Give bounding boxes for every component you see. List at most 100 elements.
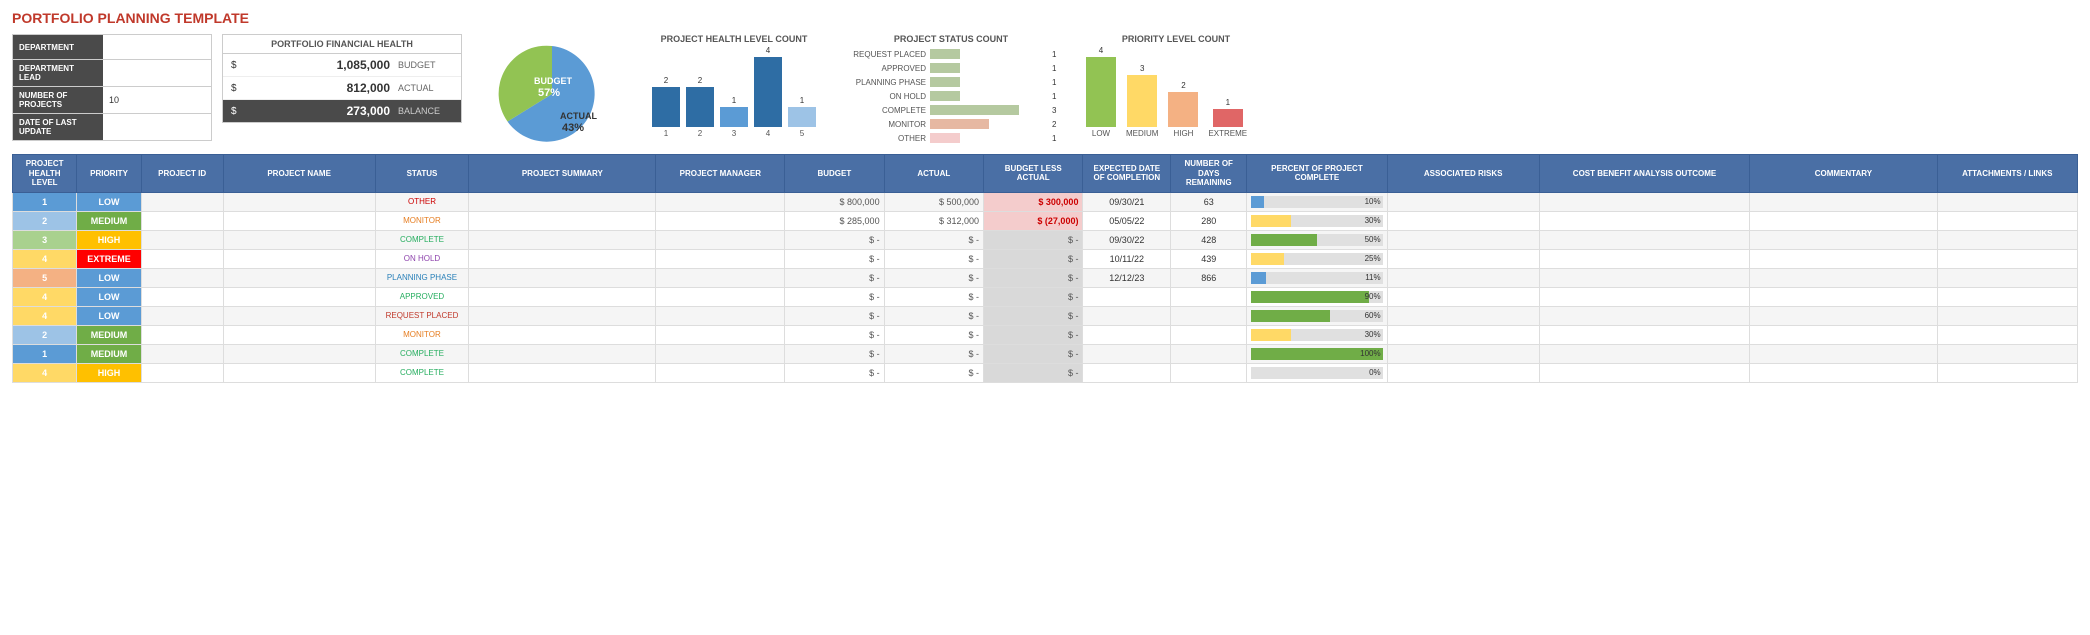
cell-name[interactable] <box>223 249 375 268</box>
department-value[interactable] <box>103 35 211 59</box>
cell-name[interactable] <box>223 363 375 382</box>
th-days: NUMBER OF DAYS REMAINING <box>1171 155 1247 193</box>
cell-risks[interactable] <box>1387 325 1539 344</box>
cell-summary[interactable] <box>469 363 656 382</box>
cell-id[interactable] <box>141 306 223 325</box>
cell-commentary[interactable] <box>1750 344 1937 363</box>
cell-id[interactable] <box>141 363 223 382</box>
cell-attachments[interactable] <box>1937 344 2078 363</box>
cell-risks[interactable] <box>1387 249 1539 268</box>
cell-status: MONITOR <box>375 325 469 344</box>
top-section: DEPARTMENT DEPARTMENT LEAD NUMBER OF PRO… <box>12 34 2078 146</box>
cell-risks[interactable] <box>1387 211 1539 230</box>
cell-id[interactable] <box>141 344 223 363</box>
cell-id[interactable] <box>141 192 223 211</box>
progress-bar <box>1251 196 1264 208</box>
cell-attachments[interactable] <box>1937 325 2078 344</box>
cell-attachments[interactable] <box>1937 249 2078 268</box>
cell-summary[interactable] <box>469 268 656 287</box>
cell-summary[interactable] <box>469 230 656 249</box>
cell-commentary[interactable] <box>1750 249 1937 268</box>
cell-attachments[interactable] <box>1937 192 2078 211</box>
cell-risks[interactable] <box>1387 344 1539 363</box>
cell-summary[interactable] <box>469 306 656 325</box>
cell-commentary[interactable] <box>1750 192 1937 211</box>
cell-cost[interactable] <box>1539 344 1750 363</box>
cell-manager[interactable] <box>656 192 785 211</box>
cell-cost[interactable] <box>1539 325 1750 344</box>
cell-manager[interactable] <box>656 268 785 287</box>
cell-cost[interactable] <box>1539 211 1750 230</box>
cell-commentary[interactable] <box>1750 287 1937 306</box>
cell-risks[interactable] <box>1387 230 1539 249</box>
cell-name[interactable] <box>223 211 375 230</box>
cell-cost[interactable] <box>1539 287 1750 306</box>
pie-chart-area: BUDGET 57% ACTUAL 43% <box>472 34 632 144</box>
cell-manager[interactable] <box>656 211 785 230</box>
cell-status: MONITOR <box>375 211 469 230</box>
cell-balance: $ - <box>984 230 1083 249</box>
status-chart-title: PROJECT STATUS COUNT <box>836 34 1066 44</box>
cell-risks[interactable] <box>1387 306 1539 325</box>
cell-summary[interactable] <box>469 344 656 363</box>
cell-attachments[interactable] <box>1937 211 2078 230</box>
cell-summary[interactable] <box>469 287 656 306</box>
cell-manager[interactable] <box>656 344 785 363</box>
cell-name[interactable] <box>223 344 375 363</box>
cell-cost[interactable] <box>1539 268 1750 287</box>
cell-id[interactable] <box>141 249 223 268</box>
cell-summary[interactable] <box>469 211 656 230</box>
cell-attachments[interactable] <box>1937 287 2078 306</box>
cell-actual: $ - <box>884 325 983 344</box>
cell-risks[interactable] <box>1387 363 1539 382</box>
cell-manager[interactable] <box>656 363 785 382</box>
cell-commentary[interactable] <box>1750 268 1937 287</box>
priority-bar-extreme: 1 EXTREME <box>1208 98 1247 138</box>
actual-dollar: $ <box>231 83 245 94</box>
projects-row: NUMBER OF PROJECTS 10 <box>13 87 211 114</box>
cell-commentary[interactable] <box>1750 306 1937 325</box>
cell-actual: $ - <box>884 287 983 306</box>
cell-name[interactable] <box>223 287 375 306</box>
projects-value[interactable]: 10 <box>103 87 211 113</box>
cell-attachments[interactable] <box>1937 230 2078 249</box>
cell-cost[interactable] <box>1539 363 1750 382</box>
cell-manager[interactable] <box>656 230 785 249</box>
cell-cost[interactable] <box>1539 306 1750 325</box>
cell-name[interactable] <box>223 230 375 249</box>
cell-commentary[interactable] <box>1750 363 1937 382</box>
cell-id[interactable] <box>141 325 223 344</box>
cell-summary[interactable] <box>469 325 656 344</box>
cell-id[interactable] <box>141 230 223 249</box>
cell-summary[interactable] <box>469 249 656 268</box>
cell-name[interactable] <box>223 306 375 325</box>
cell-manager[interactable] <box>656 249 785 268</box>
cell-manager[interactable] <box>656 287 785 306</box>
cell-attachments[interactable] <box>1937 363 2078 382</box>
cell-commentary[interactable] <box>1750 325 1937 344</box>
cell-commentary[interactable] <box>1750 211 1937 230</box>
cell-id[interactable] <box>141 287 223 306</box>
cell-id[interactable] <box>141 211 223 230</box>
cell-id[interactable] <box>141 268 223 287</box>
cell-risks[interactable] <box>1387 287 1539 306</box>
cell-name[interactable] <box>223 268 375 287</box>
cell-attachments[interactable] <box>1937 306 2078 325</box>
cell-name[interactable] <box>223 325 375 344</box>
cell-cost[interactable] <box>1539 192 1750 211</box>
cell-risks[interactable] <box>1387 268 1539 287</box>
cell-actual: $ - <box>884 306 983 325</box>
cell-manager[interactable] <box>656 325 785 344</box>
lead-value[interactable] <box>103 60 211 86</box>
cell-cost[interactable] <box>1539 230 1750 249</box>
cell-manager[interactable] <box>656 306 785 325</box>
cell-name[interactable] <box>223 192 375 211</box>
cell-summary[interactable] <box>469 192 656 211</box>
cell-cost[interactable] <box>1539 249 1750 268</box>
cell-commentary[interactable] <box>1750 230 1937 249</box>
cell-priority: EXTREME <box>77 249 141 268</box>
cell-attachments[interactable] <box>1937 268 2078 287</box>
progress-bar-container: 0% <box>1251 367 1382 379</box>
update-value[interactable] <box>103 114 211 140</box>
cell-risks[interactable] <box>1387 192 1539 211</box>
